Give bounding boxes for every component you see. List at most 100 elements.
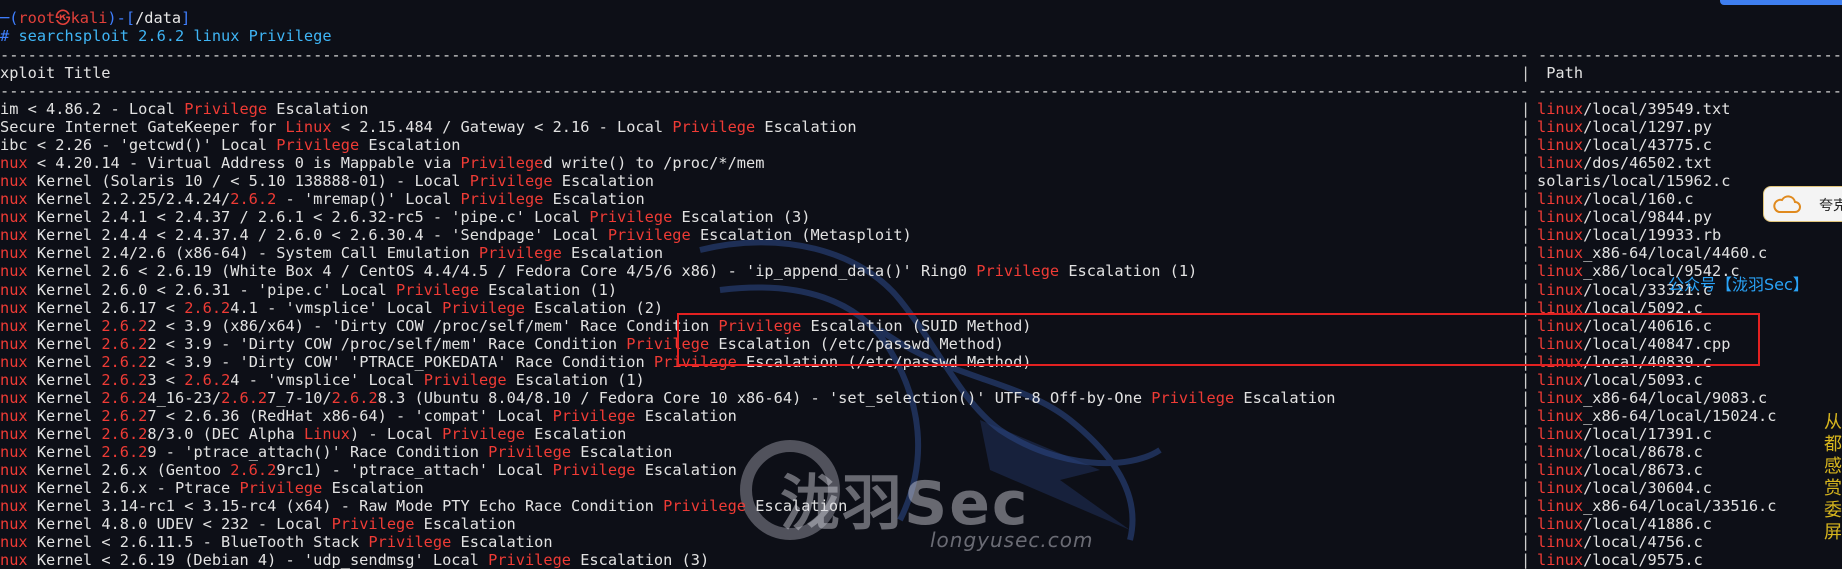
- title-text: Escalation (3): [672, 208, 811, 227]
- title-text: Escalation: [561, 244, 664, 263]
- keyword-highlight: linux: [1537, 208, 1584, 227]
- keyword-highlight: Privilege: [276, 136, 360, 155]
- row-title: nux Kernel 2.6.17 < 2.6.24.1 - 'vmsplice…: [0, 299, 663, 317]
- row-title: nux Kernel 2.6.27 < 2.6.36 (RedHat x86-6…: [0, 407, 737, 425]
- keyword-highlight: 2.6.2: [101, 406, 148, 425]
- keyword-highlight: nux: [0, 406, 28, 425]
- keyword-highlight: Privilege: [442, 298, 525, 317]
- title-text: Escalation (1): [478, 280, 618, 299]
- title-text: 8.3 (Ubuntu 8.04/8.10 / Fedora Core 10 x…: [377, 388, 1152, 407]
- column-separator: |: [1521, 442, 1531, 461]
- keyword-highlight: linux: [1537, 479, 1584, 498]
- path-text: _x86-64/local/9083.c: [1583, 388, 1768, 407]
- result-row: nux Kernel 2.6.29 - 'ptrace_attach()' Ra…: [0, 443, 672, 461]
- keyword-highlight: nux: [0, 334, 28, 353]
- result-row: im < 4.86.2 - Local Privilege Escalation: [0, 100, 368, 118]
- title-text: Kernel: [27, 370, 102, 389]
- result-row: nux Kernel (Solaris 10 / < 5.10 138888-0…: [0, 172, 654, 190]
- keyword-highlight: linux: [1537, 461, 1584, 479]
- path-text: /local/19933.rb: [1583, 226, 1722, 245]
- result-row: Secure Internet GateKeeper for Linux < 2…: [0, 118, 857, 136]
- title-text: 4.1 - 'vmsplice' Local: [230, 298, 443, 317]
- result-row: nux Kernel 2.4.4 < 2.4.37.4 / 2.6.0 < 2.…: [0, 226, 912, 244]
- keyword-highlight: linux: [1537, 100, 1584, 118]
- keyword-highlight: Privilege: [552, 406, 636, 425]
- keyword-highlight: Privilege: [469, 172, 553, 191]
- keyword-highlight: nux: [0, 497, 28, 516]
- path-text: /local/43775.c: [1583, 136, 1712, 155]
- skull-icon: ㉿: [55, 9, 71, 27]
- keyword-highlight: Privilege: [488, 551, 572, 569]
- result-row: nux Kernel 3.14-rc1 < 3.15-rc4 (x64) - R…: [0, 497, 847, 515]
- title-text: 9rc1) - 'ptrace_attach' Local: [276, 461, 553, 479]
- keyword-highlight: 2.6.2: [101, 424, 148, 443]
- path-text: /local/9575.c: [1583, 551, 1703, 569]
- command-line[interactable]: # searchsploit 2.6.2 linux Privilege: [0, 27, 332, 45]
- title-text: 8/3.0 (DEC Alpha: [147, 424, 304, 443]
- terminal-window[interactable]: ─(root㉿kali)-[/data] # searchsploit 2.6.…: [0, 0, 1842, 569]
- keyword-highlight: linux: [1537, 551, 1584, 569]
- row-path: linux/local/4756.c: [1537, 533, 1703, 551]
- column-separator: |: [1521, 370, 1531, 389]
- result-row: nux Kernel 2.6.23 < 2.6.24 - 'vmsplice' …: [0, 371, 645, 389]
- keyword-highlight: Privilege: [368, 533, 452, 552]
- title-dashes: ----------------------------------------…: [0, 82, 1529, 100]
- result-row: nux Kernel 2.6.28/3.0 (DEC Alpha Linux) …: [0, 425, 626, 443]
- path-text: /local/41886.c: [1583, 515, 1712, 534]
- keyword-highlight: Privilege: [976, 262, 1060, 281]
- keyword-highlight: nux: [0, 551, 28, 569]
- column-separator: |: [1521, 551, 1531, 569]
- title-text: < 4.20.14 - Virtual Address 0 is Mappabl…: [27, 154, 461, 173]
- header-path-label: Path: [1546, 64, 1584, 82]
- title-text: Kernel 2.6.x (Gentoo: [27, 461, 231, 479]
- title-text: Escalation: [414, 515, 516, 534]
- row-path: linux/local/43775.c: [1537, 136, 1712, 154]
- column-separator: |: [1521, 461, 1531, 479]
- keyword-highlight: nux: [0, 533, 28, 552]
- column-separator: |: [1521, 208, 1531, 227]
- path-text: _x86-64/local/4460.c: [1583, 244, 1768, 263]
- path-text: solaris/local/15962.c: [1537, 172, 1731, 191]
- row-title: nux Kernel 2.4/2.6 (x86-64) - System Cal…: [0, 244, 663, 262]
- row-title: nux Kernel 2.6.x (Gentoo 2.6.29rc1) - 'p…: [0, 461, 737, 479]
- keyword-highlight: nux: [0, 461, 28, 479]
- row-path: linux/local/8678.c: [1537, 443, 1703, 461]
- title-text: Kernel: [27, 388, 102, 407]
- header-path: Path: [1537, 64, 1583, 82]
- prompt-user: root: [18, 9, 56, 27]
- keyword-highlight: Privilege: [478, 244, 562, 263]
- column-separator: |: [1521, 280, 1531, 299]
- keyword-highlight: linux: [1537, 136, 1584, 155]
- row-title: Secure Internet GateKeeper for Linux < 2…: [0, 118, 857, 136]
- title-text: < 2.15.484 / Gateway < 2.16 - Local: [331, 118, 673, 137]
- column-separator: |: [1521, 244, 1531, 263]
- title-text: ibc < 2.26 - 'getcwd()' Local: [0, 136, 277, 155]
- row-title: nux Kernel 2.6.x - Ptrace Privilege Esca…: [0, 479, 424, 497]
- row-title: nux Kernel < 2.6.19 (Debian 4) - 'udp_se…: [0, 551, 709, 569]
- prompt-dir: /data: [135, 9, 182, 27]
- side-widget[interactable]: 夸克: [1763, 186, 1842, 222]
- row-path: linux/local/19933.rb: [1537, 226, 1721, 244]
- keyword-highlight: Privilege: [672, 118, 756, 137]
- side-widget-label: 夸克: [1819, 198, 1842, 214]
- keyword-highlight: Privilege: [331, 515, 415, 534]
- keyword-highlight: linux: [1537, 226, 1584, 245]
- path-text: /local/160.c: [1583, 190, 1694, 209]
- result-row: nux Kernel 2.6.27 < 2.6.36 (RedHat x86-6…: [0, 407, 737, 425]
- path-text: /local/9844.py: [1583, 208, 1712, 227]
- row-title: nux Kernel 2.6.23 < 2.6.24 - 'vmsplice' …: [0, 371, 645, 389]
- column-separator: |: [1521, 424, 1531, 443]
- table-top-border: ----------------------------------------…: [0, 46, 1842, 64]
- title-text: Escalation: [1234, 388, 1336, 407]
- keyword-highlight: Privilege: [589, 208, 673, 227]
- keyword-highlight: nux: [0, 244, 28, 263]
- title-text: im < 4.86.2 - Local: [0, 100, 185, 118]
- prompt-host: kali: [70, 9, 108, 27]
- result-row: nux Kernel 2.6.24_16-23/2.6.27_7-10/2.6.…: [0, 389, 1335, 407]
- result-row: nux Kernel < 2.6.11.5 - BlueTooth Stack …: [0, 533, 553, 551]
- title-text: Kernel 2.4.4 < 2.4.37.4 / 2.6.0 < 2.6.30…: [27, 226, 608, 245]
- title-text: 3 <: [147, 370, 185, 389]
- keyword-highlight: Privilege: [239, 479, 323, 498]
- path-dashes: --------------------------------------: [1538, 82, 1842, 100]
- keyword-highlight: Privilege: [396, 280, 479, 299]
